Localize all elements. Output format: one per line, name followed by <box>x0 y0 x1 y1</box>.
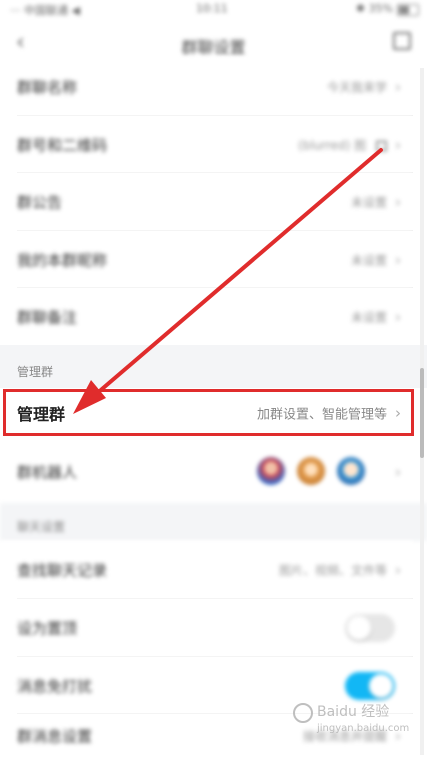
section-header: 管理群 <box>0 345 427 388</box>
pin-top-row: 设为置顶 <box>0 599 413 656</box>
battery-icon <box>397 4 419 16</box>
row-value: 未设置 <box>350 253 387 267</box>
group-number-value: (blurred) 图 <box>298 138 367 152</box>
scrollbar-thumb[interactable] <box>420 368 424 458</box>
chevron-right-icon: › <box>395 462 401 481</box>
row-label: 群号和二维码 <box>17 136 108 154</box>
robot-avatar-icon <box>297 456 325 485</box>
pin-toggle[interactable] <box>345 613 395 642</box>
highlight-box <box>3 389 414 436</box>
robot-avatars <box>257 456 367 487</box>
battery-label: ✱ 35% <box>355 2 393 15</box>
settings-row[interactable]: 群聊备注 未设置 › <box>0 288 413 345</box>
chevron-right-icon: › <box>395 250 401 269</box>
row-label: 群消息设置 <box>17 727 93 745</box>
row-value: 今天我来学 <box>326 80 387 94</box>
chevron-right-icon: › <box>395 560 401 579</box>
chevron-right-icon: › <box>395 307 401 326</box>
row-value: 图片、视频、文件等 <box>278 563 387 577</box>
chevron-right-icon: › <box>395 77 401 96</box>
scrollbar[interactable] <box>420 68 424 755</box>
toggle-knob <box>369 673 393 698</box>
robot-avatar-icon <box>337 456 365 485</box>
row-label: 消息免打扰 <box>17 677 93 695</box>
mute-toggle[interactable] <box>345 671 395 700</box>
settings-row[interactable]: 群号和二维码 (blurred) 图 › <box>0 116 413 173</box>
settings-row[interactable]: 群聊名称 今天我来学 › <box>0 58 413 115</box>
page-title: 群聊设置 <box>181 38 246 57</box>
chevron-right-icon: › <box>395 135 401 154</box>
baidu-watermark: Baidu 经验 jingyan.baidu.com <box>293 701 413 745</box>
settings-row[interactable]: 我的本群昵称 未设置 › <box>0 231 413 288</box>
toggle-knob <box>347 615 371 640</box>
row-label: 设为置顶 <box>17 619 78 637</box>
settings-row[interactable]: 查找聊天记录 图片、视频、文件等 › <box>0 541 413 598</box>
section-title: 管理群 <box>17 365 54 379</box>
clock: 10:11 <box>196 2 228 15</box>
qr-code-icon <box>376 140 387 151</box>
row-label: 群机器人 <box>17 463 78 481</box>
row-label: 群聊名称 <box>17 78 78 96</box>
row-value: 未设置 <box>350 310 387 324</box>
edit-icon[interactable] <box>393 32 411 50</box>
settings-row[interactable]: 群公告 未设置 › <box>0 173 413 230</box>
paw-logo-icon <box>293 703 313 723</box>
chevron-right-icon: › <box>395 192 401 211</box>
row-label: 我的本群昵称 <box>17 251 108 269</box>
carrier-label: ··· 中国联通 ◀ <box>10 4 80 17</box>
row-value: 未设置 <box>350 195 387 209</box>
watermark-text: Baidu 经验 <box>317 704 390 720</box>
robot-avatar-icon <box>257 456 285 485</box>
row-value: (blurred) 图 <box>298 136 387 153</box>
row-label: 群公告 <box>17 193 63 211</box>
section-title: 聊天设置 <box>17 520 66 534</box>
row-label: 查找聊天记录 <box>17 561 108 579</box>
watermark-sub: jingyan.baidu.com <box>317 723 410 734</box>
status-bar: ··· 中国联通 ◀ 10:11 ✱ 35% <box>0 0 427 22</box>
row-label: 群聊备注 <box>17 308 78 326</box>
section-header: 聊天设置 <box>0 503 427 541</box>
robot-row[interactable]: 群机器人 › <box>0 443 413 500</box>
